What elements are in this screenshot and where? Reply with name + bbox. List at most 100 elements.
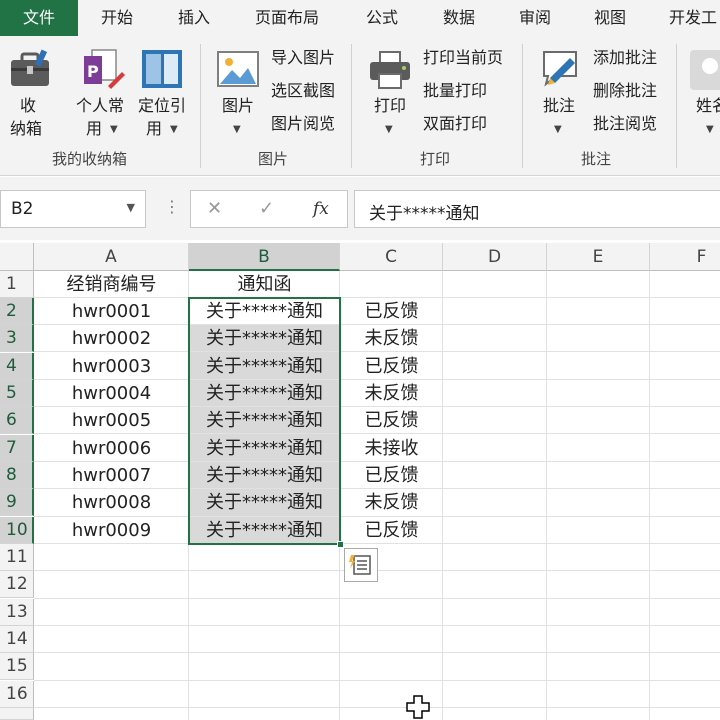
- table-cell-dealer-id[interactable]: hwr0003: [34, 353, 189, 380]
- storage-box-label-1: 收: [20, 96, 37, 115]
- header-cell-dealer-id[interactable]: 经销商编号: [34, 271, 189, 298]
- table-cell-status[interactable]: 已反馈: [340, 298, 443, 325]
- row-header[interactable]: 7: [0, 435, 34, 462]
- picture-viewer-button[interactable]: 图片阅览: [271, 114, 335, 134]
- svg-text:P: P: [87, 62, 99, 81]
- storage-box-label-2: 纳箱: [10, 119, 43, 138]
- chevron-down-icon: ▼: [706, 124, 714, 135]
- tab-file[interactable]: 文件: [0, 0, 78, 36]
- personal-common-label-2: 用: [86, 119, 103, 138]
- column-header-b[interactable]: B: [189, 243, 340, 271]
- column-header-f[interactable]: F: [650, 243, 720, 271]
- fill-handle[interactable]: [337, 541, 344, 548]
- table-cell-status[interactable]: 已反馈: [340, 462, 443, 489]
- picture-icon: [217, 51, 259, 87]
- delete-comment-button[interactable]: 删除批注: [593, 81, 657, 101]
- duplex-print-button[interactable]: 双面打印: [423, 114, 487, 134]
- table-cell-dealer-id[interactable]: hwr0004: [34, 380, 189, 407]
- quick-analysis-button[interactable]: [344, 548, 378, 582]
- chevron-down-icon[interactable]: ▼: [127, 201, 135, 214]
- tab-page-layout[interactable]: 页面布局: [255, 0, 319, 36]
- tab-home[interactable]: 开始: [101, 0, 133, 36]
- ribbon-tab-bar: 文件 开始 插入 页面布局 公式 数据 审阅 视图 开发工: [0, 0, 720, 36]
- column-header-e[interactable]: E: [547, 243, 650, 271]
- row-header[interactable]: 2: [0, 298, 34, 325]
- chevron-down-icon: ▼: [170, 124, 178, 135]
- group-label-picture: 图片: [258, 150, 289, 168]
- comment-pen-icon: [543, 51, 577, 87]
- table-cell-status[interactable]: 已反馈: [340, 353, 443, 380]
- table-cell-dealer-id[interactable]: hwr0006: [34, 435, 189, 462]
- tab-view[interactable]: 视图: [594, 0, 626, 36]
- cancel-icon[interactable]: ✕: [207, 198, 222, 219]
- printer-icon: [370, 51, 410, 89]
- select-all-corner[interactable]: [0, 243, 34, 271]
- row-header[interactable]: 16: [0, 681, 34, 708]
- row-header[interactable]: 5: [0, 380, 34, 407]
- formula-input[interactable]: 关于*****通知: [354, 190, 720, 228]
- personal-docs-icon: P: [84, 49, 125, 89]
- group-label-print: 打印: [420, 150, 451, 168]
- table-cell-dealer-id[interactable]: hwr0002: [34, 325, 189, 352]
- batch-print-button[interactable]: 批量打印: [423, 81, 487, 101]
- row-header[interactable]: [0, 708, 34, 720]
- locate-reference-label-1: 定位引: [138, 96, 187, 115]
- tab-data[interactable]: 数据: [443, 0, 475, 36]
- row-header[interactable]: 12: [0, 571, 34, 598]
- row-header[interactable]: 10: [0, 517, 34, 544]
- table-cell-dealer-id[interactable]: hwr0007: [34, 462, 189, 489]
- row-header[interactable]: 8: [0, 462, 34, 489]
- tab-review[interactable]: 审阅: [519, 0, 551, 36]
- table-cell-status[interactable]: 未接收: [340, 435, 443, 462]
- selection-border: [188, 297, 341, 545]
- group-label-comment: 批注: [581, 150, 612, 168]
- tab-developer[interactable]: 开发工: [669, 0, 717, 36]
- gridline: [34, 598, 720, 599]
- locate-reference-icon: [142, 50, 182, 88]
- column-header-d[interactable]: D: [443, 243, 547, 271]
- import-picture-button[interactable]: 导入图片: [271, 48, 335, 68]
- table-cell-status[interactable]: 未反馈: [340, 325, 443, 352]
- column-header-a[interactable]: A: [34, 243, 189, 271]
- insert-function-icon[interactable]: fx: [313, 199, 329, 219]
- cell-cursor-icon: [406, 695, 430, 719]
- table-cell-dealer-id[interactable]: hwr0008: [34, 489, 189, 516]
- browse-comment-button[interactable]: 批注阅览: [593, 114, 657, 134]
- table-cell-status[interactable]: 已反馈: [340, 407, 443, 434]
- formula-bar: B2 ▼ ⋮ ✕ ✓ fx 关于*****通知: [0, 177, 720, 240]
- table-cell-status[interactable]: 已反馈: [340, 517, 443, 544]
- row-header[interactable]: 9: [0, 489, 34, 516]
- table-cell-dealer-id[interactable]: hwr0001: [34, 298, 189, 325]
- chevron-down-icon: ▼: [110, 124, 118, 135]
- region-capture-button[interactable]: 选区截图: [271, 81, 335, 101]
- table-cell-status[interactable]: 未反馈: [340, 489, 443, 516]
- name-box[interactable]: B2 ▼: [0, 190, 146, 228]
- row-header[interactable]: 15: [0, 653, 34, 680]
- chevron-down-icon: ▼: [385, 124, 393, 135]
- confirm-icon[interactable]: ✓: [259, 198, 274, 219]
- table-cell-status[interactable]: 未反馈: [340, 380, 443, 407]
- tab-insert[interactable]: 插入: [178, 0, 210, 36]
- add-comment-button[interactable]: 添加批注: [593, 48, 657, 68]
- tab-formulas[interactable]: 公式: [366, 0, 398, 36]
- group-label-storage: 我的收纳箱: [52, 150, 128, 168]
- table-cell-dealer-id[interactable]: hwr0009: [34, 517, 189, 544]
- gridline: [34, 680, 720, 681]
- print-current-page-button[interactable]: 打印当前页: [423, 48, 503, 68]
- name-label: 姓名: [696, 96, 720, 115]
- table-cell-dealer-id[interactable]: hwr0005: [34, 407, 189, 434]
- row-header[interactable]: 4: [0, 353, 34, 380]
- group-separator: [351, 44, 352, 168]
- ribbon: 收 纳箱 P 个人常 用 ▼ 定位引 用 ▼ 我的收纳箱 图片 ▼ 导入图片 选…: [0, 36, 720, 176]
- gridline: [34, 625, 720, 626]
- more-options-icon[interactable]: ⋮: [164, 197, 180, 216]
- row-header[interactable]: 1: [0, 271, 34, 298]
- group-separator: [200, 44, 201, 168]
- row-header[interactable]: 13: [0, 599, 34, 626]
- row-header[interactable]: 6: [0, 407, 34, 434]
- row-header[interactable]: 11: [0, 544, 34, 571]
- row-header[interactable]: 14: [0, 626, 34, 653]
- row-header[interactable]: 3: [0, 325, 34, 352]
- column-header-c[interactable]: C: [340, 243, 443, 271]
- header-cell-notice[interactable]: 通知函: [189, 271, 340, 298]
